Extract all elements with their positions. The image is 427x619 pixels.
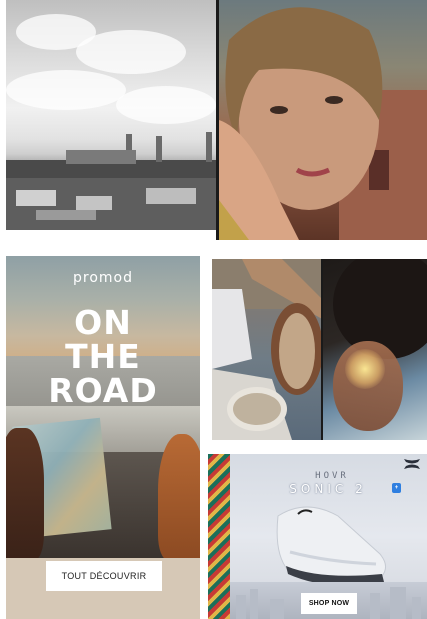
headline-line-2: THE xyxy=(65,337,141,376)
city-buildings-graphic xyxy=(6,132,216,240)
headline-line-1: ON xyxy=(74,303,132,342)
top-image-ad[interactable] xyxy=(6,0,427,240)
ad-grid-page: promod ON THE ROAD TOUT DÉCOUVRIR HOVR S… xyxy=(0,0,427,619)
headline-line-3: ROAD xyxy=(48,371,158,410)
sandals-feet-image xyxy=(212,259,321,440)
woman-portrait-image xyxy=(219,0,427,240)
under-armour-ad[interactable]: HOVR SONIC 2 + SHOP NOW xyxy=(208,454,427,619)
passenger-left xyxy=(6,428,44,560)
women-portrait-image xyxy=(323,259,427,440)
shop-now-button[interactable]: SHOP NOW xyxy=(301,593,357,614)
city-skyline-image xyxy=(6,0,216,240)
promod-logo: promod xyxy=(73,270,133,286)
promod-cta-button[interactable]: TOUT DÉCOUVRIR xyxy=(46,561,162,591)
promod-ad[interactable]: promod ON THE ROAD TOUT DÉCOUVRIR xyxy=(6,256,200,619)
passenger-right xyxy=(158,434,200,560)
sandals-ad[interactable] xyxy=(212,259,427,440)
